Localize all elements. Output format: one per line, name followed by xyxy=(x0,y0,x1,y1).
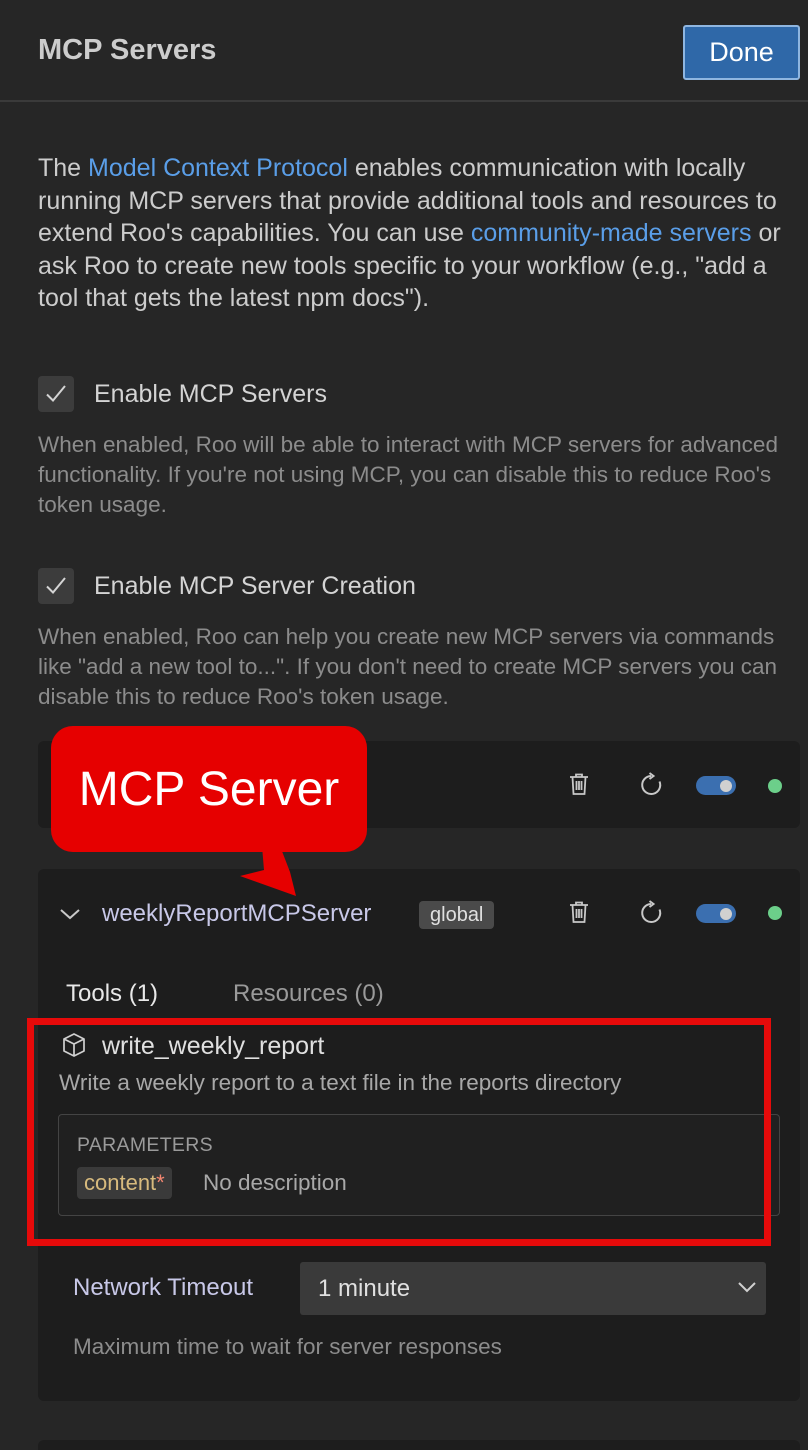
enable-creation-label: Enable MCP Server Creation xyxy=(94,571,416,600)
enable-servers-checkbox[interactable] xyxy=(38,376,74,412)
network-timeout-value: 1 minute xyxy=(318,1275,411,1302)
chevron-down-icon[interactable] xyxy=(58,902,82,926)
refresh-icon[interactable] xyxy=(638,771,666,799)
trash-icon[interactable] xyxy=(566,898,592,926)
chevron-down-icon xyxy=(738,1282,756,1293)
server-enable-toggle[interactable] xyxy=(696,904,736,923)
page-title: MCP Servers xyxy=(38,34,217,66)
status-indicator xyxy=(768,779,782,793)
network-timeout-select[interactable]: 1 minute xyxy=(300,1262,766,1315)
toggle-knob xyxy=(720,779,732,792)
trash-icon[interactable] xyxy=(566,770,592,798)
callout-arrow xyxy=(240,846,296,896)
server-name[interactable]: weeklyReportMCPServer xyxy=(102,900,371,928)
enable-servers-label: Enable MCP Servers xyxy=(94,379,327,408)
enable-creation-row: Enable MCP Server Creation xyxy=(38,568,416,604)
scope-badge: global xyxy=(419,901,495,929)
header-bar: MCP Servers Done xyxy=(0,0,808,102)
tab-resources[interactable]: Resources (0) xyxy=(233,980,384,1008)
done-button[interactable]: Done xyxy=(683,25,800,80)
community-servers-link[interactable]: community-made servers xyxy=(471,219,752,247)
status-indicator xyxy=(768,906,782,920)
annotation-highlight-box xyxy=(27,1018,771,1246)
enable-creation-description: When enabled, Roo can help you create ne… xyxy=(38,624,778,709)
server-enable-toggle[interactable] xyxy=(696,776,736,795)
network-timeout-label: Network Timeout xyxy=(73,1274,254,1301)
annotation-callout: MCP Server xyxy=(51,726,367,852)
tab-tools[interactable]: Tools (1) xyxy=(66,980,158,1008)
toggle-knob xyxy=(720,907,732,920)
intro-paragraph: The Model Context Protocol enables commu… xyxy=(38,152,798,315)
model-context-protocol-link[interactable]: Model Context Protocol xyxy=(88,154,348,182)
network-timeout-hint: Maximum time to wait for server response… xyxy=(73,1334,502,1359)
refresh-icon[interactable] xyxy=(638,899,666,927)
check-icon xyxy=(46,385,66,402)
enable-creation-checkbox[interactable] xyxy=(38,568,74,604)
enable-servers-row: Enable MCP Servers xyxy=(38,376,327,412)
check-icon xyxy=(46,577,66,594)
server-panel-next[interactable] xyxy=(38,1440,800,1450)
enable-servers-description: When enabled, Roo will be able to intera… xyxy=(38,432,778,517)
intro-text-1: The xyxy=(38,154,89,182)
